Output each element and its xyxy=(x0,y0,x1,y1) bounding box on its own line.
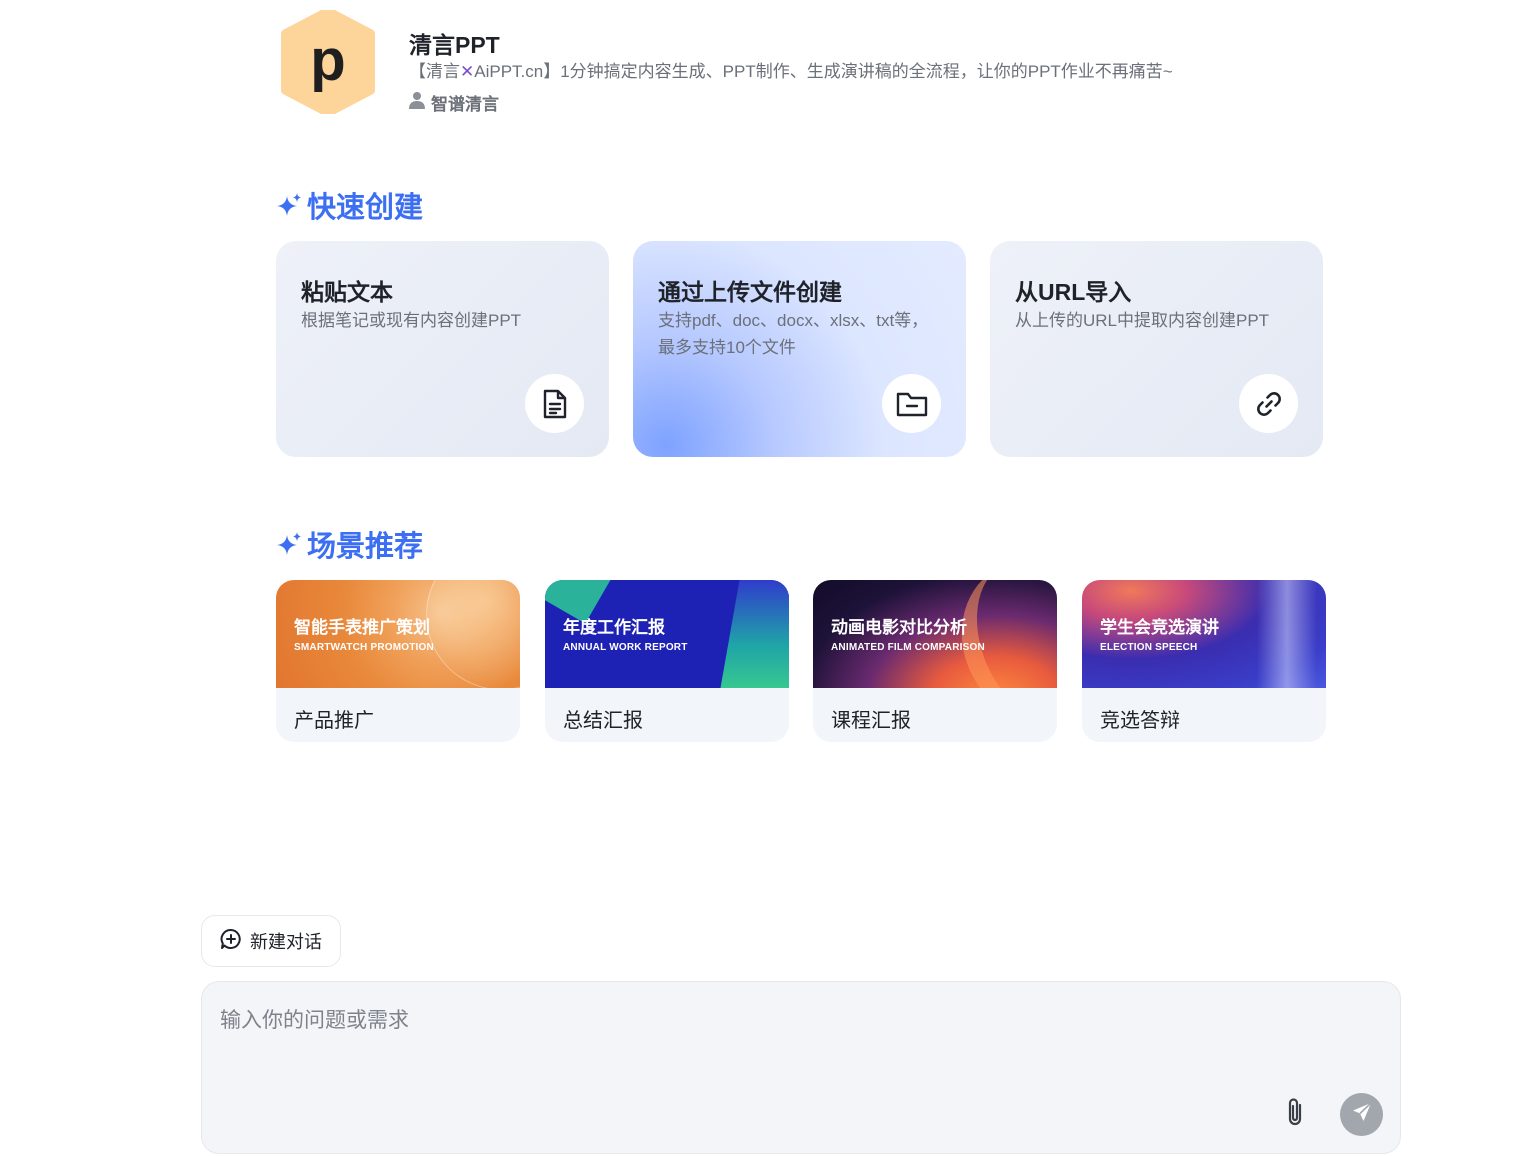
banner-title: 动画电影对比分析 xyxy=(831,618,967,637)
scenario-banner: 智能手表推广策划 SMARTWATCH PROMOTION xyxy=(276,580,520,688)
app-logo: p xyxy=(280,10,376,114)
scenario-label: 竞选答辩 xyxy=(1100,710,1180,732)
sparkle-icon xyxy=(277,531,303,557)
card-description: 支持pdf、doc、docx、xlsx、txt等，最多支持10个文件 xyxy=(658,311,929,357)
app-author: 智谱清言 xyxy=(409,90,499,115)
svg-text:p: p xyxy=(310,28,345,93)
scenario-card-product-promotion[interactable]: 智能手表推广策划 SMARTWATCH PROMOTION 产品推广 xyxy=(276,580,520,742)
card-title: 粘贴文本 xyxy=(301,279,393,305)
new-chat-label: 新建对话 xyxy=(250,932,322,952)
chat-input[interactable] xyxy=(220,1004,1260,1084)
author-name: 智谱清言 xyxy=(431,95,499,114)
scenario-label: 产品推广 xyxy=(294,710,374,732)
card-title: 通过上传文件创建 xyxy=(658,279,842,305)
app-description-suffix: AiPPT.cn】1分钟搞定内容生成、PPT制作、生成演讲稿的全流程，让你的PP… xyxy=(474,62,1173,81)
send-button[interactable] xyxy=(1340,1093,1383,1136)
scenario-heading: 场景推荐 xyxy=(277,523,423,565)
quick-create-heading: 快速创建 xyxy=(277,184,423,226)
ppt-assistant-page: p 清言PPT 【清言✕AiPPT.cn】1分钟搞定内容生成、PPT制作、生成演… xyxy=(0,0,1538,1156)
banner-subtitle: SMARTWATCH PROMOTION xyxy=(294,642,434,653)
chat-input-box xyxy=(201,981,1401,1154)
link-icon xyxy=(1239,374,1298,433)
scenario-label: 课程汇报 xyxy=(831,710,911,732)
document-icon xyxy=(525,374,584,433)
banner-subtitle: ANNUAL WORK REPORT xyxy=(563,642,688,653)
upload-file-card[interactable]: 通过上传文件创建 支持pdf、doc、docx、xlsx、txt等，最多支持10… xyxy=(633,241,966,457)
attachment-button[interactable] xyxy=(1280,1094,1310,1134)
scenario-banner: 学生会竞选演讲 ELECTION SPEECH xyxy=(1082,580,1326,688)
card-description: 从上传的URL中提取内容创建PPT xyxy=(1015,311,1270,330)
card-title: 从URL导入 xyxy=(1015,279,1132,305)
new-chat-button[interactable]: 新建对话 xyxy=(201,915,341,967)
card-description: 根据笔记或现有内容创建PPT xyxy=(301,311,522,330)
new-chat-icon xyxy=(220,928,242,955)
scenario-title: 场景推荐 xyxy=(307,531,424,563)
scenario-banner: 年度工作汇报 ANNUAL WORK REPORT xyxy=(545,580,789,688)
scenario-banner: 动画电影对比分析 ANIMATED FILM COMPARISON xyxy=(813,580,1057,688)
scenario-card-summary-report[interactable]: 年度工作汇报 ANNUAL WORK REPORT 总结汇报 xyxy=(545,580,789,742)
banner-subtitle: ANIMATED FILM COMPARISON xyxy=(831,642,985,653)
scenario-label: 总结汇报 xyxy=(563,710,643,732)
banner-title: 学生会竞选演讲 xyxy=(1100,618,1219,637)
paste-text-card[interactable]: 粘贴文本 根据笔记或现有内容创建PPT xyxy=(276,241,609,457)
url-import-card[interactable]: 从URL导入 从上传的URL中提取内容创建PPT xyxy=(990,241,1323,457)
app-header: p 清言PPT 【清言✕AiPPT.cn】1分钟搞定内容生成、PPT制作、生成演… xyxy=(280,10,1280,120)
send-icon xyxy=(1351,1101,1373,1128)
user-icon xyxy=(409,91,425,114)
folder-icon xyxy=(882,374,941,433)
scenario-card-election-defense[interactable]: 学生会竞选演讲 ELECTION SPEECH 竞选答辩 xyxy=(1082,580,1326,742)
paperclip-icon xyxy=(1284,1096,1306,1133)
banner-title: 智能手表推广策划 xyxy=(294,618,430,637)
scenario-card-course-report[interactable]: 动画电影对比分析 ANIMATED FILM COMPARISON 课程汇报 xyxy=(813,580,1057,742)
cross-mark-icon: ✕ xyxy=(460,62,475,81)
app-description-prefix: 【清言 xyxy=(409,62,460,81)
app-title: 清言PPT xyxy=(409,32,500,58)
app-description: 【清言✕AiPPT.cn】1分钟搞定内容生成、PPT制作、生成演讲稿的全流程，让… xyxy=(409,57,1173,82)
quick-create-title: 快速创建 xyxy=(307,192,424,224)
banner-title: 年度工作汇报 xyxy=(563,618,665,637)
sparkle-icon xyxy=(277,192,303,218)
banner-subtitle: ELECTION SPEECH xyxy=(1100,642,1198,653)
